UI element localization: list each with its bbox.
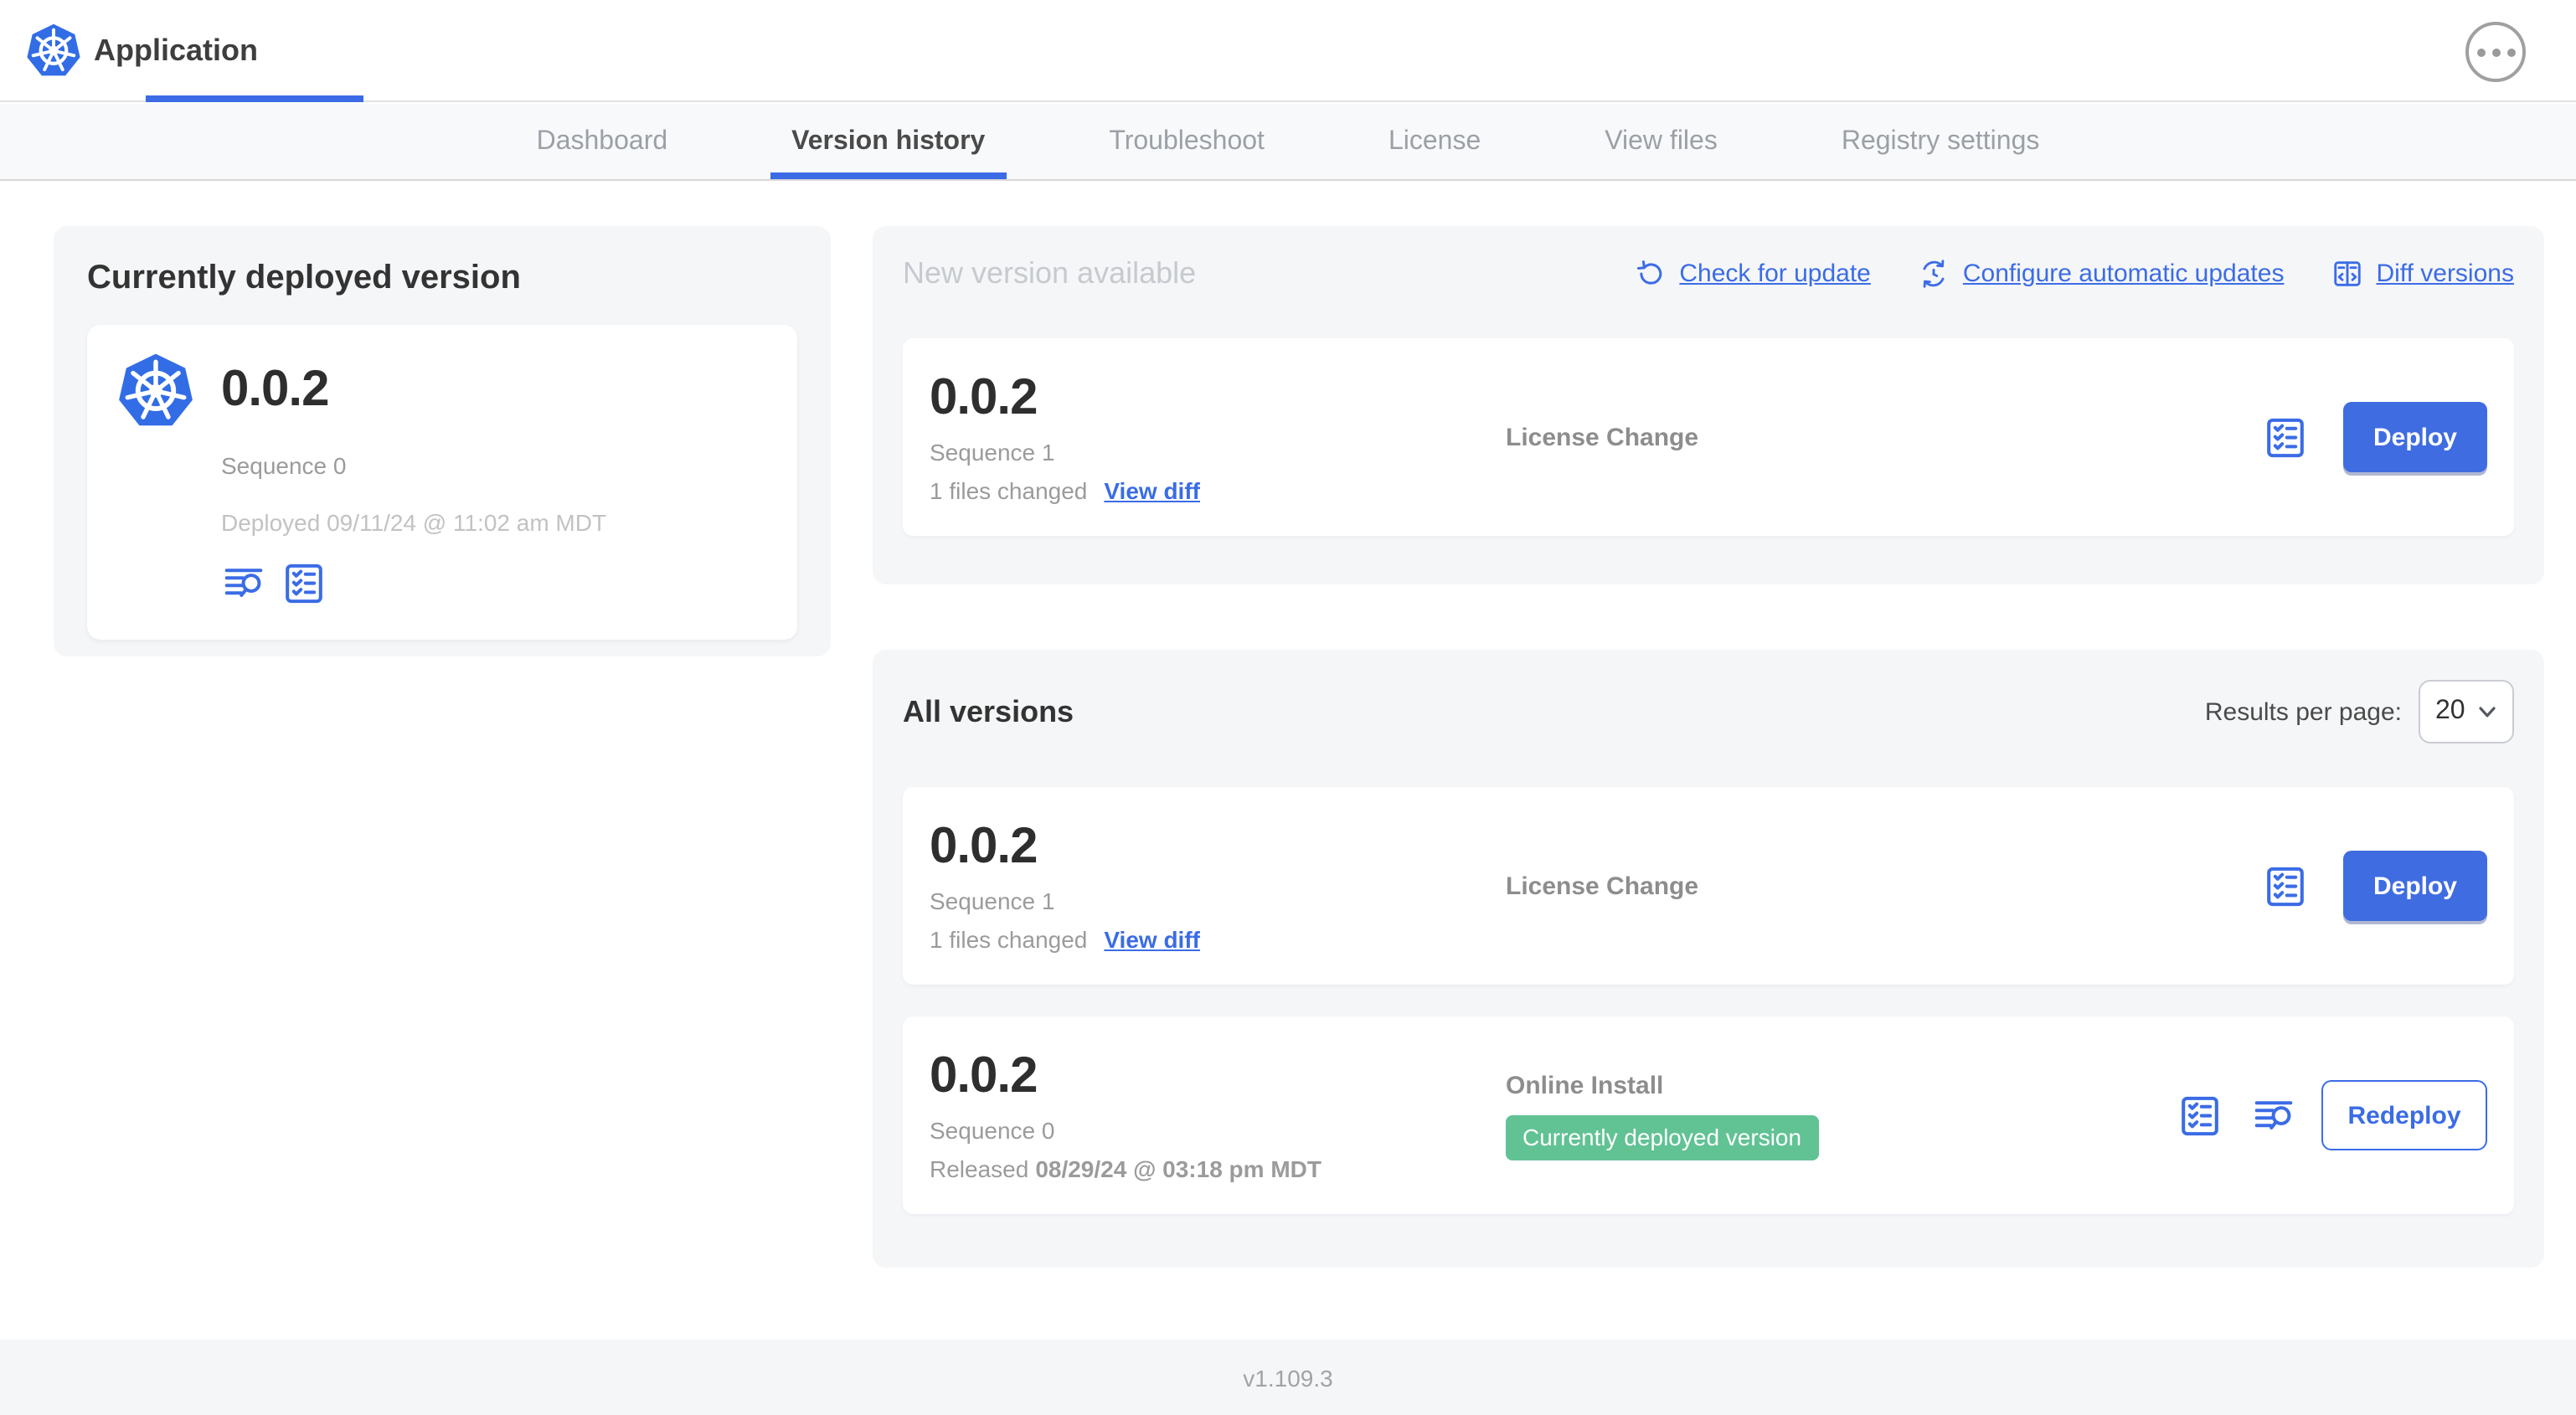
- current-version-sequence: Sequence 0: [221, 452, 347, 479]
- results-per-page-select[interactable]: 20: [2419, 680, 2514, 744]
- version-source: Online Install: [1506, 1071, 1664, 1099]
- diff-versions-link[interactable]: Diff versions: [2331, 258, 2514, 290]
- redeploy-button[interactable]: Redeploy: [2321, 1080, 2487, 1150]
- preflight-checks-button[interactable]: [2177, 1093, 2223, 1138]
- version-source: License Change: [1506, 423, 1699, 451]
- preflight-checks-button[interactable]: [281, 561, 327, 606]
- deploy-button[interactable]: Deploy: [2343, 402, 2487, 472]
- all-versions-panel: All versions Results per page: 20 0.0.2 …: [873, 650, 2544, 1268]
- tab-registry-settings[interactable]: Registry settings: [1780, 104, 2102, 179]
- diff-icon: [2333, 261, 2361, 286]
- version-number: 0.0.2: [930, 370, 1038, 425]
- new-version-card: 0.0.2 Sequence 1 1 files changed View di…: [903, 338, 2514, 536]
- preflight-checks-button[interactable]: [2263, 863, 2308, 908]
- new-version-title: New version available: [903, 256, 1197, 290]
- app-header: Application: [0, 0, 2576, 102]
- app-footer: v1.109.3: [0, 1340, 2576, 1415]
- currently-deployed-badge: Currently deployed version: [1506, 1114, 1819, 1160]
- logs-icon: [224, 569, 263, 597]
- files-changed-text: 1 files changed: [930, 477, 1088, 504]
- version-sequence: Sequence 0: [930, 1117, 1055, 1144]
- refresh-icon: [1636, 260, 1662, 285]
- version-source: License Change: [1506, 872, 1699, 900]
- current-version-number: 0.0.2: [221, 362, 329, 417]
- configure-automatic-updates-link[interactable]: Configure automatic updates: [1918, 258, 2284, 290]
- console-version: v1.109.3: [1243, 1364, 1333, 1391]
- all-versions-title: All versions: [903, 694, 1074, 728]
- app-window: Application Dashboard Version history Tr…: [0, 0, 2576, 1415]
- tab-version-history[interactable]: Version history: [729, 104, 1047, 179]
- kubernetes-logo-icon: [119, 353, 193, 426]
- chevron-down-icon: [2479, 707, 2496, 718]
- current-version-panel: Currently deployed version 0.0.2 Sequenc…: [54, 226, 831, 656]
- tab-dashboard[interactable]: Dashboard: [475, 104, 730, 179]
- files-changed-text: 1 files changed: [930, 926, 1088, 953]
- view-logs-button[interactable]: [221, 561, 266, 606]
- version-sequence: Sequence 1: [930, 439, 1055, 466]
- app-tab-label: Application: [94, 33, 258, 67]
- version-sequence: Sequence 1: [930, 888, 1055, 914]
- version-released-at: Released 08/29/24 @ 03:18 pm MDT: [930, 1155, 1321, 1182]
- preflight-checklist-icon: [2182, 1095, 2218, 1135]
- version-number: 0.0.2: [930, 819, 1038, 874]
- ellipsis-icon: [2476, 48, 2485, 56]
- view-diff-link[interactable]: View diff: [1104, 477, 1200, 504]
- tab-view-files[interactable]: View files: [1543, 104, 1780, 179]
- app-tab-active-underline: [146, 95, 363, 102]
- tab-license[interactable]: License: [1327, 104, 1543, 179]
- current-version-card: 0.0.2 Sequence 0 Deployed 09/11/24 @ 11:…: [87, 325, 797, 640]
- version-row-sequence-1: 0.0.2 Sequence 1 1 files changed View di…: [903, 787, 2514, 985]
- version-number: 0.0.2: [930, 1048, 1038, 1104]
- check-for-update-link[interactable]: Check for update: [1634, 258, 1871, 290]
- new-version-panel: New version available Check for update C…: [873, 226, 2544, 584]
- results-per-page-label: Results per page:: [2204, 697, 2402, 726]
- preflight-checklist-icon: [2267, 417, 2304, 457]
- kubernetes-logo-icon: [27, 23, 80, 75]
- view-logs-button[interactable]: [2251, 1093, 2296, 1138]
- schedule-update-icon: [1923, 260, 1945, 288]
- current-version-deployed-at: Deployed 09/11/24 @ 11:02 am MDT: [221, 509, 607, 536]
- more-menu-button[interactable]: [2465, 22, 2526, 82]
- nav-tabs: Dashboard Version history Troubleshoot L…: [0, 104, 2576, 181]
- preflight-checklist-icon: [286, 563, 322, 604]
- version-row-sequence-0: 0.0.2 Sequence 0 Released 08/29/24 @ 03:1…: [903, 1016, 2514, 1214]
- tab-troubleshoot[interactable]: Troubleshoot: [1047, 104, 1327, 179]
- logs-icon: [2254, 1100, 2293, 1129]
- deploy-button[interactable]: Deploy: [2343, 851, 2487, 921]
- current-version-title: Currently deployed version: [87, 260, 521, 296]
- preflight-checks-button[interactable]: [2263, 414, 2308, 460]
- app-tab[interactable]: Application: [23, 0, 363, 102]
- view-diff-link[interactable]: View diff: [1104, 926, 1200, 953]
- preflight-checklist-icon: [2267, 866, 2304, 906]
